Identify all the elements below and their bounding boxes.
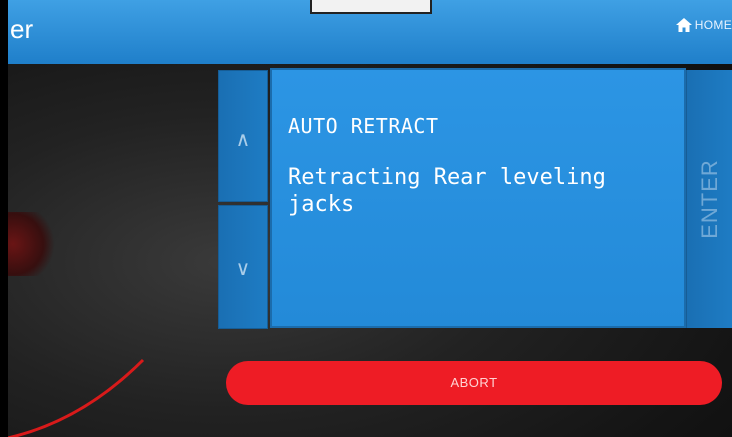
home-icon — [675, 18, 692, 32]
abort-button[interactable]: ABORT — [226, 361, 722, 405]
scroll-up-button[interactable]: ∧ — [218, 70, 268, 202]
screen: er HOME ∧ ∨ AUTO RETRACT Retracting Rear… — [8, 0, 732, 437]
display-message: Retracting Rear leveling jacks — [288, 165, 606, 217]
background-red-arc — [8, 358, 145, 437]
home-button[interactable]: HOME — [675, 18, 732, 32]
home-label: HOME — [694, 18, 732, 32]
down-arrow-icon: ∨ — [235, 258, 251, 280]
display-title: AUTO RETRACT — [288, 114, 439, 138]
background-decoration — [8, 212, 58, 276]
header-title: er — [10, 14, 34, 44]
message-display: AUTO RETRACT Retracting Rear leveling ja… — [270, 68, 686, 328]
enter-button[interactable]: ENTER — [686, 70, 732, 328]
enter-label: ENTER — [696, 159, 722, 239]
top-tab — [310, 0, 432, 14]
scroll-down-button[interactable]: ∨ — [218, 205, 268, 329]
up-arrow-icon: ∧ — [235, 129, 251, 151]
